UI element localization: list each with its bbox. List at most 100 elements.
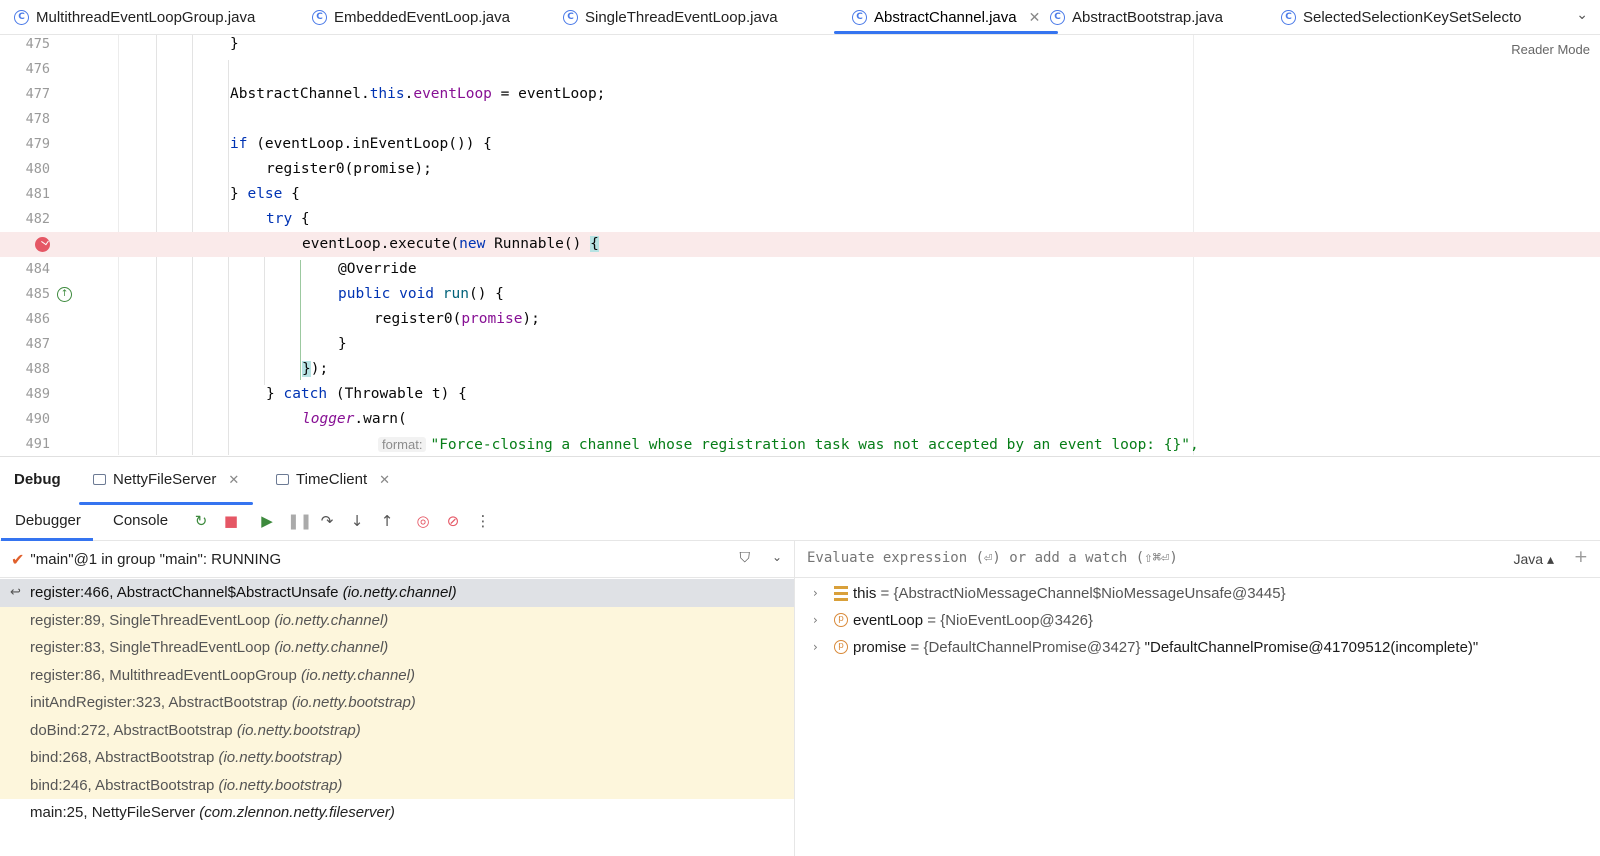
frame-method: register:466, AbstractChannel$AbstractUn… (30, 584, 339, 601)
line-number: 477 (25, 86, 50, 102)
tab-label: SelectedSelectionKeySetSelecto (1303, 8, 1522, 26)
tab-selected-selection-key-set-selector[interactable]: C SelectedSelectionKeySetSelecto (1281, 0, 1561, 34)
session-tab-time-client[interactable]: TimeClient ✕ (276, 471, 390, 488)
code-line: 484 @Override (0, 257, 1600, 282)
step-over-icon[interactable]: ↷ (317, 511, 337, 531)
line-number: 484 (25, 261, 50, 277)
frame-item[interactable]: doBind:272, AbstractBootstrap (io.netty.… (0, 716, 794, 744)
add-watch-icon[interactable]: + (1574, 547, 1588, 567)
code-line: 491 format: "Force-closing a channel whos… (0, 432, 1600, 455)
pause-icon[interactable]: ❚❚ (287, 511, 312, 531)
code-editor[interactable]: Reader Mode 475 } 476 477 AbstractChanne… (0, 35, 1600, 455)
code-text: if (eventLoop.inEventLoop()) { (230, 136, 492, 152)
debug-title: Debug (14, 471, 61, 488)
frame-item[interactable]: main:25, NettyFileServer (com.zlennon.ne… (0, 799, 794, 827)
tab-single-thread-event-loop[interactable]: C SingleThreadEventLoop.java (563, 0, 778, 34)
frame-item[interactable]: ↩ register:466, AbstractChannel$Abstract… (0, 579, 794, 607)
code-line: 490 logger.warn( (0, 407, 1600, 432)
frame-method: doBind:272, AbstractBootstrap (30, 721, 233, 739)
resume-icon[interactable]: ▶ (257, 511, 277, 531)
expand-arrow-icon[interactable]: › (813, 607, 818, 634)
code-line: 475 } (0, 35, 1600, 57)
tab-label: MultithreadEventLoopGroup.java (36, 8, 256, 26)
frame-method: register:86, MultithreadEventLoopGroup (30, 666, 297, 684)
stop-icon[interactable]: ■ (221, 511, 241, 531)
evaluate-expression-input[interactable] (805, 549, 1409, 567)
code-line: 476 (0, 57, 1600, 82)
chevron-down-icon[interactable]: ⌄ (1576, 6, 1588, 23)
close-icon[interactable]: ✕ (228, 472, 239, 488)
code-text: @Override (338, 261, 417, 277)
code-line: 486 register0(promise); (0, 307, 1600, 332)
tab-abstract-bootstrap[interactable]: C AbstractBootstrap.java (1050, 0, 1223, 34)
mute-breakpoints-icon[interactable]: ⊘ (443, 511, 463, 531)
line-number: 489 (25, 386, 50, 402)
tab-label: AbstractChannel.java (874, 8, 1017, 26)
frame-item[interactable]: register:89, SingleThreadEventLoop (io.n… (0, 606, 794, 634)
frame-package: (io.netty.bootstrap) (291, 694, 416, 711)
code-text: } catch (Throwable t) { (266, 386, 467, 402)
chevron-down-icon[interactable]: ⌄ (772, 550, 782, 564)
variable-equals: = (906, 639, 924, 656)
frame-item[interactable]: bind:246, AbstractBootstrap (io.netty.bo… (0, 771, 794, 799)
check-icon: ✔ (11, 549, 25, 569)
line-number: 490 (25, 411, 50, 427)
variables-list: › this = {AbstractNioMessageChannel$NioM… (795, 580, 1600, 661)
frames-list: ↩ register:466, AbstractChannel$Abstract… (0, 579, 794, 827)
tab-console[interactable]: Console (113, 512, 168, 529)
variable-row[interactable]: › p eventLoop = {NioEventLoop@3426} (795, 607, 1600, 634)
tab-debugger[interactable]: Debugger (1, 512, 93, 541)
evaluate-bar: Java ▴ + (795, 541, 1600, 578)
tab-embedded-event-loop[interactable]: C EmbeddedEventLoop.java (312, 0, 510, 34)
more-options-icon[interactable]: ⋮ (473, 511, 493, 531)
line-number: 486 (25, 311, 50, 327)
variable-name: promise (853, 639, 907, 656)
class-icon: C (852, 9, 867, 25)
frame-package: (io.netty.bootstrap) (218, 776, 343, 794)
filter-icon[interactable]: ⛉ (740, 550, 751, 566)
session-tab-netty-file-server[interactable]: NettyFileServer ✕ (78, 471, 254, 505)
step-out-icon[interactable]: ↑ (377, 511, 397, 531)
variable-row[interactable]: › p promise = {DefaultChannelPromise@342… (795, 634, 1600, 661)
line-number: 481 (25, 186, 50, 202)
expand-arrow-icon[interactable]: › (813, 634, 818, 661)
debug-tool-window-header: Debug NettyFileServer ✕ TimeClient ✕ (0, 456, 1600, 505)
line-number: 485 (25, 286, 50, 302)
line-number: 480 (25, 161, 50, 177)
debugger-toolbar: Debugger Console ↻ ■ ▶ ❚❚ ↷ ↓ ↑ ◎ ⊘ ⋮ (0, 502, 1600, 541)
language-selector[interactable]: Java ▴ (1514, 551, 1555, 568)
variable-row[interactable]: › this = {AbstractNioMessageChannel$NioM… (795, 580, 1600, 607)
code-line: 481 } else { (0, 182, 1600, 207)
code-line: 488 }); (0, 357, 1600, 382)
frame-method: bind:246, AbstractBootstrap (30, 776, 215, 794)
code-text: public void run() { (338, 286, 504, 302)
close-icon[interactable]: ✕ (379, 472, 390, 488)
code-line: 479 if (eventLoop.inEventLoop()) { (0, 132, 1600, 157)
frame-item[interactable]: register:83, SingleThreadEventLoop (io.n… (0, 634, 794, 662)
frame-item[interactable]: register:86, MultithreadEventLoopGroup (… (0, 661, 794, 689)
thread-name: "main"@1 in group "main": RUNNING (30, 550, 282, 568)
application-icon (276, 474, 289, 485)
line-number: 478 (25, 111, 50, 127)
step-into-icon[interactable]: ↓ (347, 511, 367, 531)
code-text: }); (302, 361, 329, 377)
view-breakpoints-icon[interactable]: ◎ (413, 511, 433, 531)
line-number: 488 (25, 361, 50, 377)
code-text: format: "Force-closing a channel whose re… (378, 432, 1199, 455)
expand-arrow-icon[interactable]: › (813, 580, 818, 607)
frame-item[interactable]: bind:268, AbstractBootstrap (io.netty.bo… (0, 744, 794, 772)
thread-selector[interactable]: ✔ "main"@1 in group "main": RUNNING ⛉ ⌄ (0, 541, 794, 578)
tab-label: SingleThreadEventLoop.java (585, 8, 778, 26)
tab-multithread-event-loop-group[interactable]: C MultithreadEventLoopGroup.java (14, 0, 255, 34)
code-text: register0(promise); (266, 161, 432, 177)
parameter-icon: p (834, 640, 848, 654)
frame-item[interactable]: initAndRegister:323, AbstractBootstrap (… (0, 689, 794, 717)
close-icon[interactable]: ✕ (1029, 9, 1041, 26)
rerun-icon[interactable]: ↻ (191, 511, 211, 531)
breakpoint-icon[interactable] (35, 237, 50, 252)
tab-abstract-channel[interactable]: C AbstractChannel.java ✕ (833, 0, 1059, 34)
session-label: NettyFileServer (113, 471, 217, 488)
override-icon[interactable]: ↑ (57, 287, 72, 302)
code-line-breakpoint: eventLoop.execute(new Runnable() { (0, 232, 1600, 257)
session-label: TimeClient (296, 471, 368, 488)
